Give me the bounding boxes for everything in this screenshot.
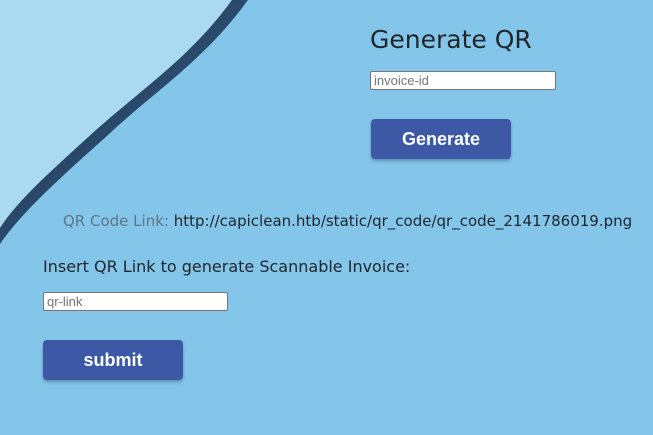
generate-qr-title: Generate QR xyxy=(370,25,532,54)
invoice-id-input[interactable] xyxy=(370,71,556,90)
qr-code-link-label: QR Code Link: xyxy=(63,212,169,230)
submit-button[interactable]: submit xyxy=(43,340,183,380)
insert-qr-link-instruction: Insert QR Link to generate Scannable Inv… xyxy=(43,257,411,276)
qr-link-input[interactable] xyxy=(43,292,228,311)
generate-button[interactable]: Generate xyxy=(371,119,511,159)
qr-code-link-url: http://capiclean.htb/static/qr_code/qr_c… xyxy=(173,212,633,230)
qr-code-link-row: QR Code Link: http://capiclean.htb/stati… xyxy=(63,211,632,231)
